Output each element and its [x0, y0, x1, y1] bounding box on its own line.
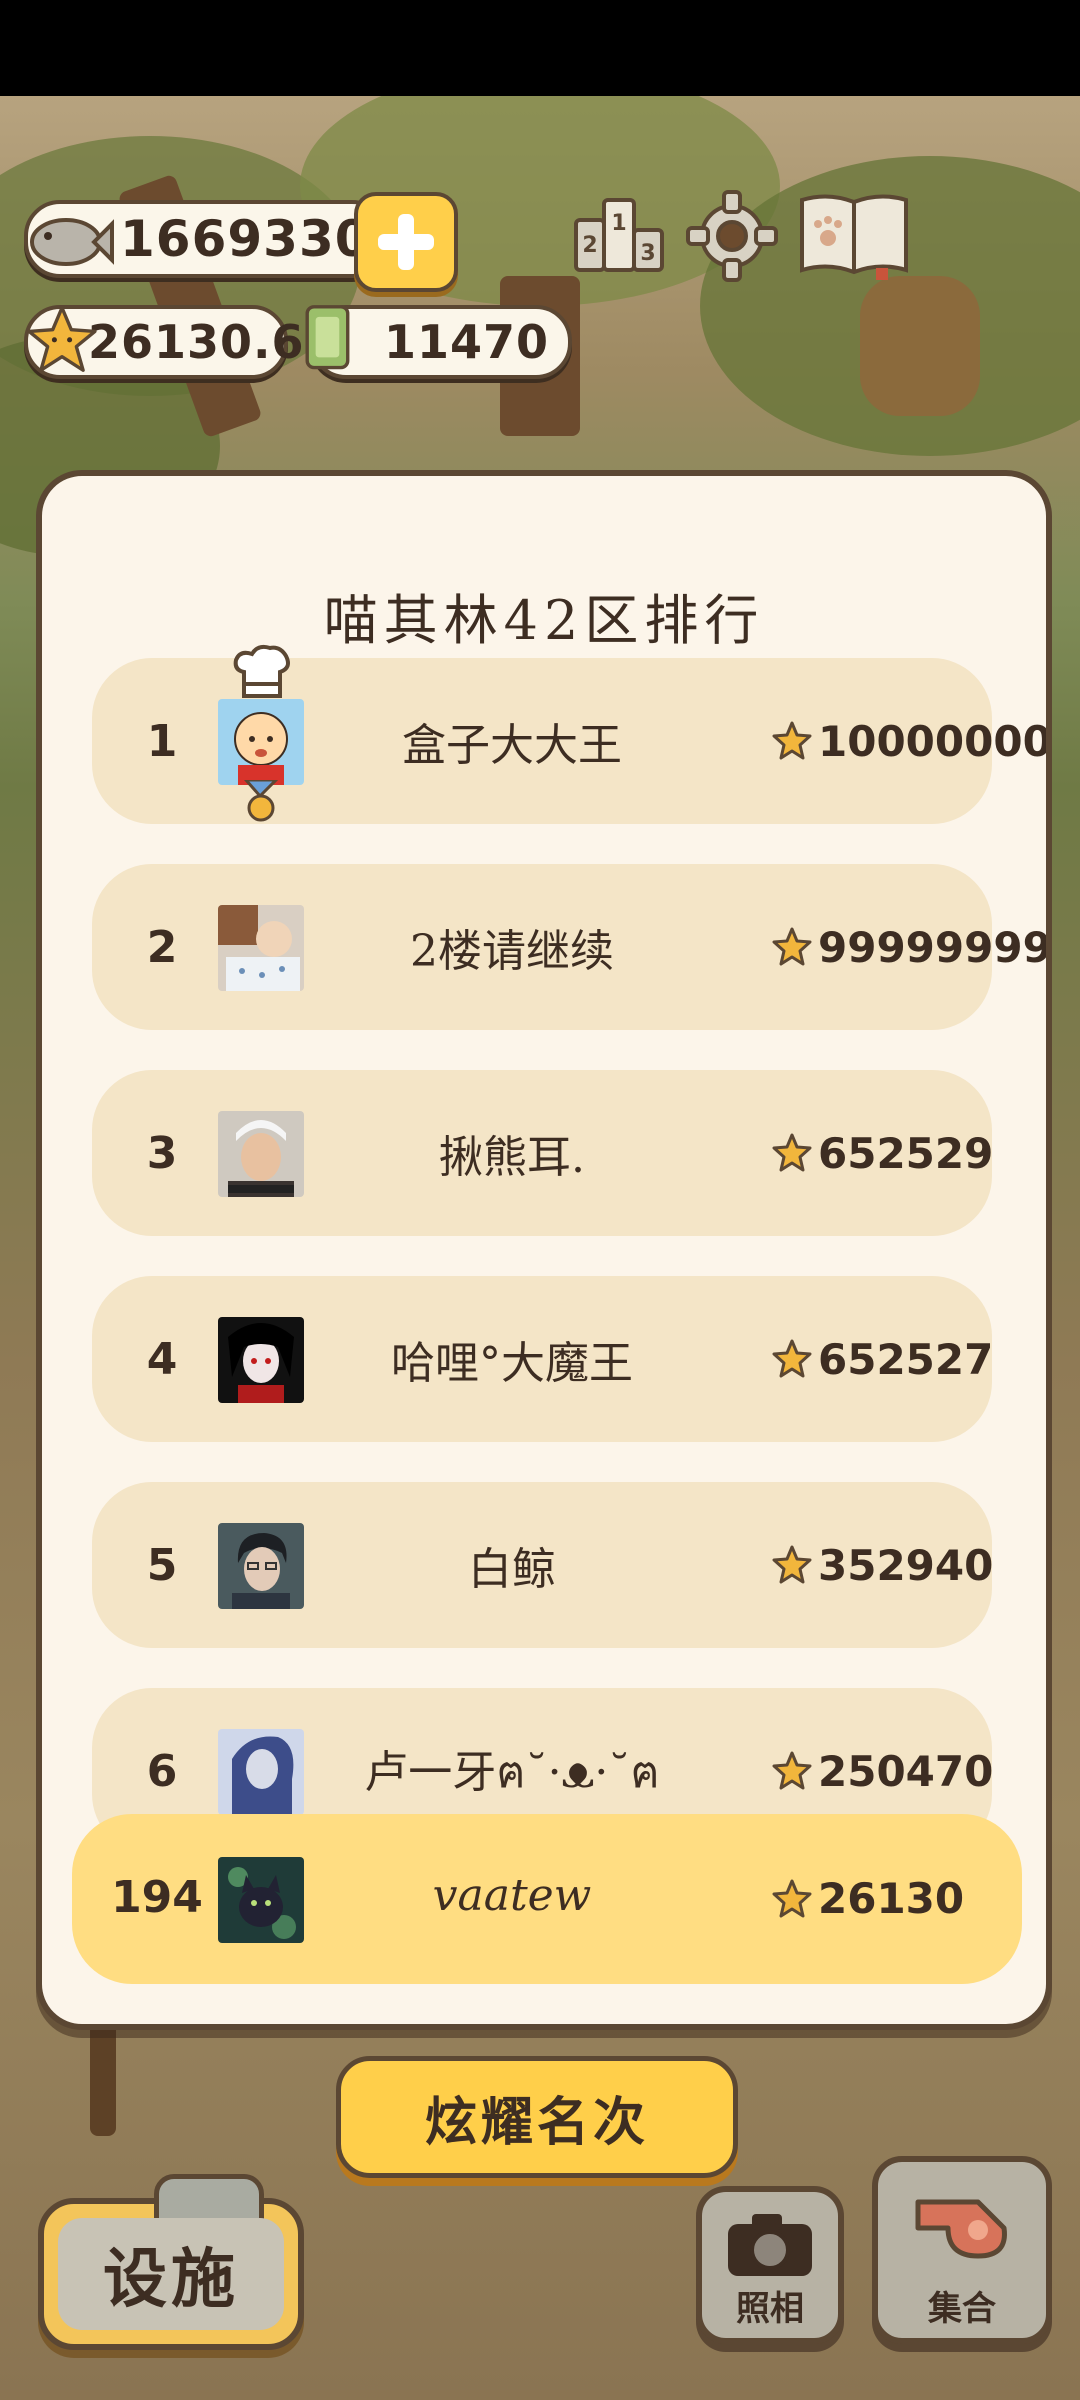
leaderboard-row[interactable]: 4 哈哩°大魔王 652527: [92, 1276, 993, 1442]
star-icon: [772, 721, 812, 760]
player-score: 10000000: [772, 716, 1052, 766]
clipboard-clip: [154, 2174, 264, 2224]
fish-icon: [30, 218, 114, 266]
camera-icon: [728, 2214, 812, 2276]
gather-button[interactable]: 集合: [872, 2156, 1052, 2344]
svg-text:1: 1: [611, 211, 626, 236]
leaderboard-row[interactable]: 2 2楼请继续 99999999: [92, 864, 1046, 1030]
my-player-name: vaatew: [432, 1870, 592, 1921]
photo-button[interactable]: 照相: [696, 2186, 844, 2344]
leaderboard-row[interactable]: 5 白鲸 352940: [92, 1482, 993, 1648]
star-icon: [772, 1751, 812, 1790]
rank-number: 5: [146, 1539, 178, 1591]
player-score: 250470: [772, 1747, 993, 1796]
my-rank-number: 194: [111, 1872, 203, 1923]
cash-icon: [305, 305, 350, 370]
star-icon: [27, 306, 97, 372]
photo-label: 照相: [736, 2289, 804, 2329]
medal-icon: [244, 780, 279, 822]
paw-book-icon[interactable]: [796, 188, 912, 280]
player-score: 652529: [772, 1129, 993, 1178]
player-score: 99999999: [772, 922, 1052, 972]
rank-number: 1: [146, 715, 178, 767]
player-name: 卢一牙ฅ˘·ᴥ·˘ฅ: [364, 1746, 660, 1798]
leaderboard-title: 喵其林42区排行: [323, 589, 765, 652]
chef-hat-icon: [233, 644, 290, 698]
star-icon: [772, 1879, 812, 1917]
avatar: [218, 1111, 304, 1197]
avatar: [218, 699, 304, 785]
svg-text:3: 3: [640, 241, 655, 266]
gear-icon[interactable]: [684, 188, 780, 284]
my-score: 26130: [772, 1874, 964, 1923]
star-currency: 26130.6: [24, 305, 304, 379]
facility-button[interactable]: 设施: [38, 2174, 304, 2350]
my-avatar: [218, 1857, 304, 1943]
player-name: 2楼请继续: [410, 926, 614, 977]
score-value: 26130: [818, 1874, 965, 1923]
add-currency-button[interactable]: [354, 192, 458, 292]
star-icon: [772, 1545, 812, 1584]
fish-currency: 1669330: [24, 200, 388, 278]
rank-number: 6: [146, 1745, 178, 1797]
cash-currency: 11470: [305, 305, 572, 379]
facility-label: 设施: [103, 2243, 239, 2317]
my-rank-row[interactable]: 194 vaatew 26130: [72, 1814, 1022, 1984]
cash-count: 11470: [384, 315, 550, 369]
avatar: [218, 1523, 304, 1609]
score-value: 652529: [818, 1128, 994, 1178]
show-rank-button[interactable]: 炫耀名次: [336, 2056, 738, 2178]
fish-count: 1669330: [120, 210, 371, 268]
leaderboard-panel: 喵其林42区排行 1 盒子大大王 10000000 2 2楼请继续 999999…: [36, 470, 1052, 2030]
rank-number: 2: [146, 921, 178, 973]
player-name: 哈哩°大魔王: [391, 1338, 633, 1389]
player-name: 白鲸: [468, 1544, 556, 1595]
player-name: 揪熊耳.: [439, 1132, 585, 1183]
leaderboard-row[interactable]: 3 揪熊耳. 652529: [92, 1070, 993, 1236]
show-rank-label: 炫耀名次: [424, 2092, 649, 2153]
avatar: [218, 905, 304, 991]
score-value: 652527: [818, 1334, 994, 1384]
gather-label: 集合: [928, 2289, 996, 2329]
score-value: 10000000: [818, 716, 1052, 766]
rank-number: 4: [146, 1333, 178, 1385]
avatar: [218, 1317, 304, 1403]
star-count: 26130.6: [88, 315, 305, 369]
star-icon: [772, 1339, 812, 1378]
rank-number: 3: [146, 1127, 178, 1179]
ranking-icon[interactable]: 2 1 3: [572, 190, 666, 280]
avatar: [218, 1729, 304, 1815]
svg-text:2: 2: [582, 233, 597, 258]
score-value: 99999999: [818, 922, 1052, 972]
player-name: 盒子大大王: [402, 720, 622, 771]
player-score: 352940: [772, 1541, 993, 1590]
leaderboard-row[interactable]: 1 盒子大大王 10000000: [92, 644, 1046, 824]
score-value: 250470: [818, 1746, 994, 1796]
player-score: 652527: [772, 1335, 993, 1384]
star-icon: [772, 1133, 812, 1172]
score-value: 352940: [818, 1540, 994, 1590]
whistle-icon: [915, 2199, 1007, 2259]
star-icon: [772, 927, 812, 966]
